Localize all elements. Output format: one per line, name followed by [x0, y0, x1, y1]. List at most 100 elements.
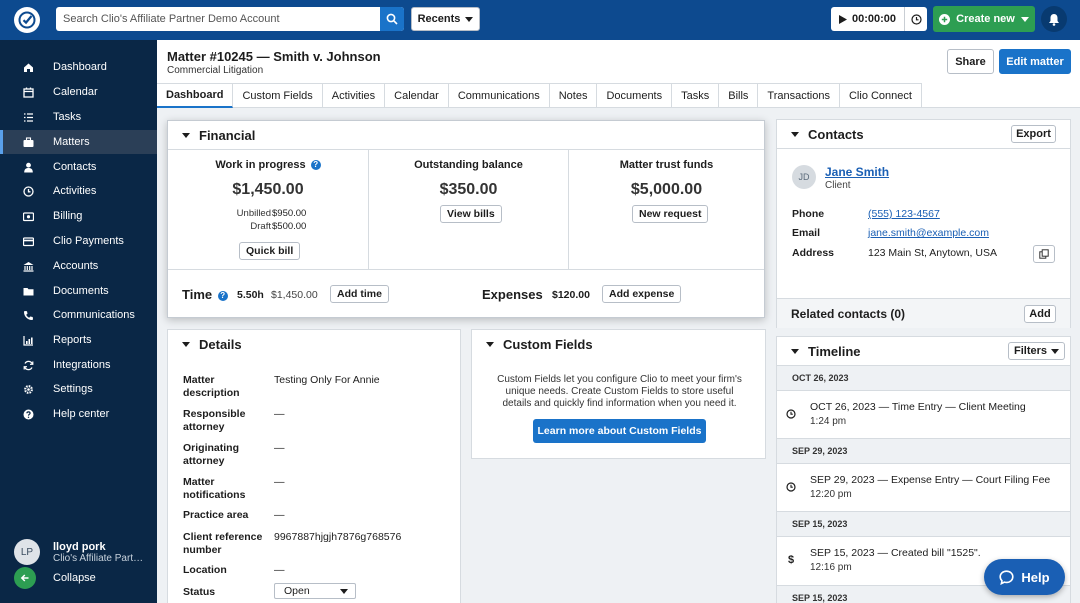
- draft-value: $500.00: [272, 221, 307, 232]
- sidebar: Dashboard Calendar Tasks Matters Contact…: [0, 40, 157, 603]
- sidebar-item-matters[interactable]: Matters: [0, 130, 157, 154]
- tab-tasks[interactable]: Tasks: [672, 83, 720, 108]
- chevron-down-icon: [791, 131, 799, 137]
- share-button[interactable]: Share: [947, 49, 994, 74]
- copy-address-button[interactable]: [1033, 245, 1055, 263]
- work-in-progress: Work in progress ? $1,450.00 Unbilled $9…: [168, 149, 368, 269]
- sidebar-item-contacts[interactable]: Contacts: [0, 155, 157, 179]
- add-time-button[interactable]: Add time: [330, 285, 389, 303]
- tab-clio-connect[interactable]: Clio Connect: [839, 83, 922, 108]
- chevron-down-icon: [182, 341, 190, 347]
- tab-activities[interactable]: Activities: [322, 83, 386, 108]
- financial-header[interactable]: Financial: [182, 121, 255, 149]
- help-icon[interactable]: ?: [217, 290, 228, 301]
- help-icon[interactable]: ?: [310, 159, 321, 170]
- clio-logo[interactable]: [14, 7, 40, 33]
- add-related-contact-button[interactable]: Add: [1024, 305, 1056, 323]
- notifications-button[interactable]: [1041, 6, 1067, 32]
- filters-button[interactable]: Filters: [1008, 342, 1065, 360]
- sidebar-item-settings[interactable]: Settings: [0, 377, 157, 401]
- sidebar-item-label: Calendar: [53, 86, 98, 98]
- create-new-button[interactable]: Create new: [933, 6, 1035, 32]
- clock-icon: [22, 185, 34, 197]
- add-expense-button[interactable]: Add expense: [602, 285, 682, 303]
- view-bills-button[interactable]: View bills: [440, 205, 502, 223]
- plus-circle-icon: [939, 13, 951, 25]
- detail-label: Matter description: [183, 374, 240, 399]
- details-header[interactable]: Details: [182, 330, 242, 358]
- contact-name-link[interactable]: Jane Smith: [825, 165, 889, 179]
- sync-icon: [22, 359, 34, 371]
- financial-title: Financial: [199, 127, 256, 143]
- user-profile[interactable]: LP lloyd pork Clio's Affiliate Partner D…: [14, 536, 154, 568]
- sidebar-item-label: Activities: [53, 185, 97, 197]
- timer-start-button[interactable]: 00:00:00: [831, 7, 905, 31]
- chevron-down-icon: [465, 16, 474, 22]
- expenses-amount: $120.00: [552, 289, 590, 301]
- user-text: lloyd pork Clio's Affiliate Partner Demo…: [53, 541, 148, 564]
- tab-calendar[interactable]: Calendar: [385, 83, 449, 108]
- sidebar-item-billing[interactable]: Billing: [0, 204, 157, 228]
- timeline-entry-title: SEP 29, 2023 — Expense Entry — Court Fil…: [810, 474, 1051, 486]
- tab-custom-fields[interactable]: Custom Fields: [233, 83, 323, 108]
- search-icon: [386, 13, 398, 25]
- detail-label: Responsible attorney: [183, 408, 246, 433]
- tab-notes[interactable]: Notes: [549, 83, 598, 108]
- chevron-down-icon: [791, 348, 799, 354]
- tab-transactions[interactable]: Transactions: [758, 83, 840, 108]
- chevron-down-icon: [182, 132, 190, 138]
- sidebar-item-activities[interactable]: Activities: [0, 179, 157, 203]
- arrow-left-icon: [14, 567, 36, 589]
- custom-fields-description: Custom Fields let you configure Clio to …: [497, 374, 742, 409]
- sidebar-item-reports[interactable]: Reports: [0, 328, 157, 352]
- collapse-button[interactable]: Collapse: [14, 567, 96, 589]
- outstanding-balance: Outstanding balance $350.00 View bills: [368, 149, 568, 269]
- sidebar-item-tasks[interactable]: Tasks: [0, 105, 157, 129]
- sidebar-item-communications[interactable]: Communications: [0, 303, 157, 327]
- sidebar-item-label: Dashboard: [53, 61, 107, 73]
- sidebar-item-label: Accounts: [53, 260, 99, 272]
- new-request-button[interactable]: New request: [632, 205, 709, 223]
- timeline-entry[interactable]: OCT 26, 2023 — Time Entry — Client Meeti…: [777, 391, 1070, 439]
- custom-fields-header[interactable]: Custom Fields: [486, 330, 593, 358]
- person-icon: [22, 161, 34, 173]
- dollar-icon: $: [787, 554, 795, 566]
- details-card: Details Matter description Testing Only …: [167, 329, 461, 603]
- tab-communications[interactable]: Communications: [448, 83, 550, 108]
- sidebar-item-dashboard[interactable]: Dashboard: [0, 55, 157, 79]
- phone-link[interactable]: (555) 123-4567: [868, 208, 940, 220]
- wip-amount: $1,450.00: [232, 181, 304, 198]
- avatar: LP: [14, 539, 40, 565]
- timeline-header[interactable]: Timeline: [791, 337, 861, 365]
- timer-clock-button[interactable]: [905, 7, 927, 31]
- details-title: Details: [199, 336, 242, 352]
- contacts-header[interactable]: Contacts: [791, 120, 864, 148]
- financial-card: Financial Work in progress ? $1,450.00 U…: [167, 120, 765, 318]
- tab-bills[interactable]: Bills: [719, 83, 759, 108]
- tab-documents[interactable]: Documents: [597, 83, 673, 108]
- page-title: Matter #10245 — Smith v. Johnson: [167, 49, 381, 64]
- timeline-entry[interactable]: SEP 29, 2023 — Expense Entry — Court Fil…: [777, 464, 1070, 512]
- recents-button[interactable]: Recents: [411, 7, 480, 31]
- wip-label: Work in progress: [215, 159, 306, 171]
- email-link[interactable]: jane.smith@example.com: [868, 227, 989, 239]
- sidebar-item-calendar[interactable]: Calendar: [0, 80, 157, 104]
- sidebar-item-integrations[interactable]: Integrations: [0, 353, 157, 377]
- help-button[interactable]: Help: [984, 559, 1065, 595]
- tab-dashboard[interactable]: Dashboard: [157, 83, 234, 108]
- edit-matter-button[interactable]: Edit matter: [999, 49, 1071, 74]
- status-select[interactable]: Open: [274, 583, 356, 599]
- quick-bill-button[interactable]: Quick bill: [239, 242, 301, 260]
- trust-amount: $5,000.00: [630, 181, 703, 198]
- search-button[interactable]: [380, 7, 404, 31]
- sidebar-item-clio-payments[interactable]: Clio Payments: [0, 229, 157, 253]
- export-button[interactable]: Export: [1011, 125, 1056, 143]
- draft-label: Draft: [250, 221, 271, 232]
- sidebar-item-documents[interactable]: Documents: [0, 279, 157, 303]
- sidebar-item-accounts[interactable]: Accounts: [0, 254, 157, 278]
- detail-value: —: [274, 564, 285, 576]
- learn-more-button[interactable]: Learn more about Custom Fields: [533, 419, 706, 443]
- search-input[interactable]: [56, 7, 380, 31]
- chevron-down-icon: [340, 588, 348, 594]
- sidebar-item-help-center[interactable]: Help center: [0, 402, 157, 426]
